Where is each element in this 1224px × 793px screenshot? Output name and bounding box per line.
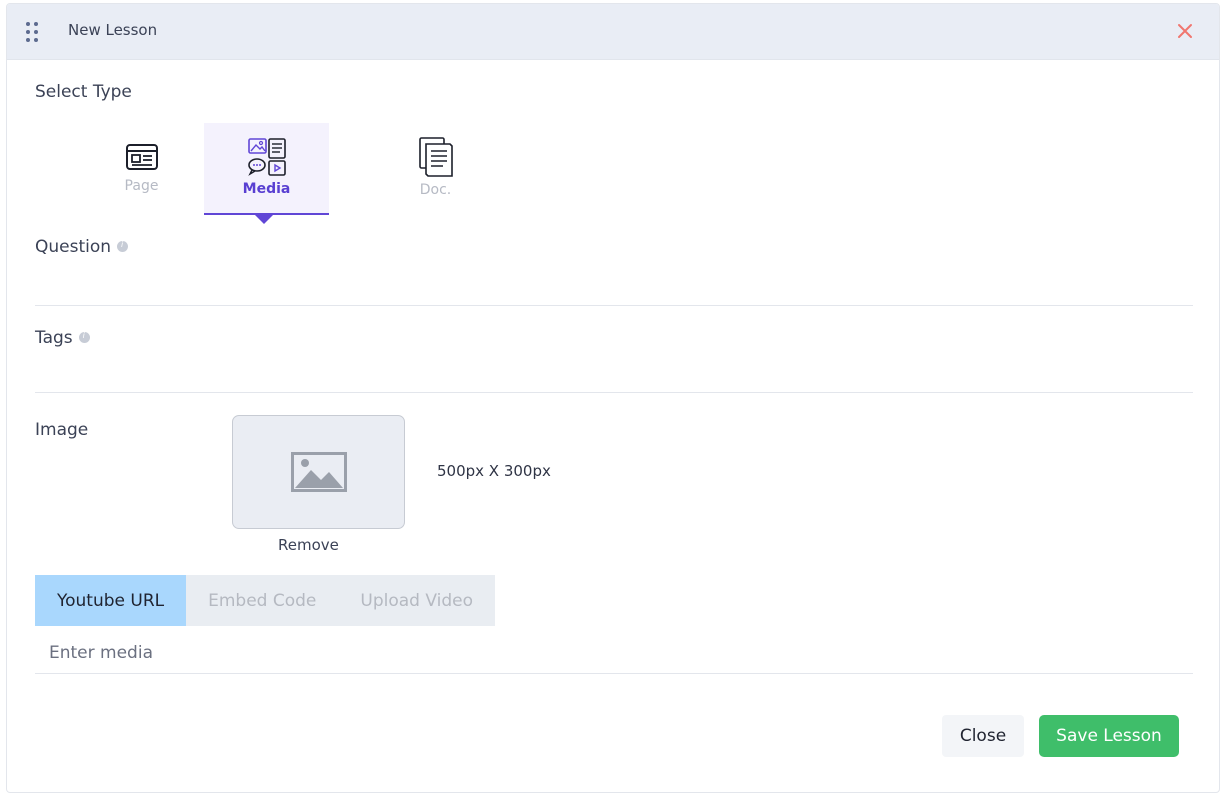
close-icon[interactable] [1175, 21, 1195, 41]
type-option-label: Doc. [419, 182, 452, 198]
tab-upload-video[interactable]: Upload Video [338, 575, 495, 626]
image-size-hint: 500px X 300px [437, 462, 551, 480]
image-label: Image [35, 420, 89, 440]
tab-youtube-url[interactable]: Youtube URL [35, 575, 187, 626]
question-divider [35, 305, 1193, 306]
type-option-doc[interactable]: Doc. [373, 123, 498, 215]
info-icon[interactable] [78, 331, 90, 343]
type-option-label: Media [242, 181, 291, 197]
question-label: Question [35, 237, 129, 257]
page-layout-icon [125, 140, 159, 174]
type-option-label: Page [124, 178, 159, 194]
remove-image-link[interactable]: Remove [278, 536, 339, 554]
tab-embed-code[interactable]: Embed Code [186, 575, 338, 626]
media-gallery-icon [247, 137, 287, 177]
drag-handle-icon[interactable] [26, 22, 40, 44]
tags-label: Tags [35, 328, 90, 348]
new-lesson-dialog: New Lesson Select Type Page Media Doc. Q… [6, 3, 1220, 793]
type-option-media[interactable]: Media [204, 123, 329, 215]
tags-divider [35, 392, 1193, 393]
select-type-label: Select Type [35, 82, 132, 102]
image-upload-box[interactable] [232, 415, 405, 529]
media-input[interactable] [35, 632, 1193, 674]
image-placeholder-icon [290, 452, 347, 492]
media-source-tabs: Youtube URL Embed Code Upload Video [35, 575, 496, 626]
document-icon [417, 136, 455, 178]
save-lesson-button[interactable]: Save Lesson [1039, 715, 1179, 757]
info-icon[interactable] [117, 240, 129, 252]
question-label-text: Question [35, 237, 112, 257]
tags-label-text: Tags [35, 328, 73, 348]
dialog-title: New Lesson [68, 21, 158, 39]
type-option-page[interactable]: Page [79, 123, 204, 215]
dialog-header: New Lesson [7, 4, 1219, 60]
close-button[interactable]: Close [942, 715, 1024, 757]
active-type-pointer [255, 215, 273, 224]
